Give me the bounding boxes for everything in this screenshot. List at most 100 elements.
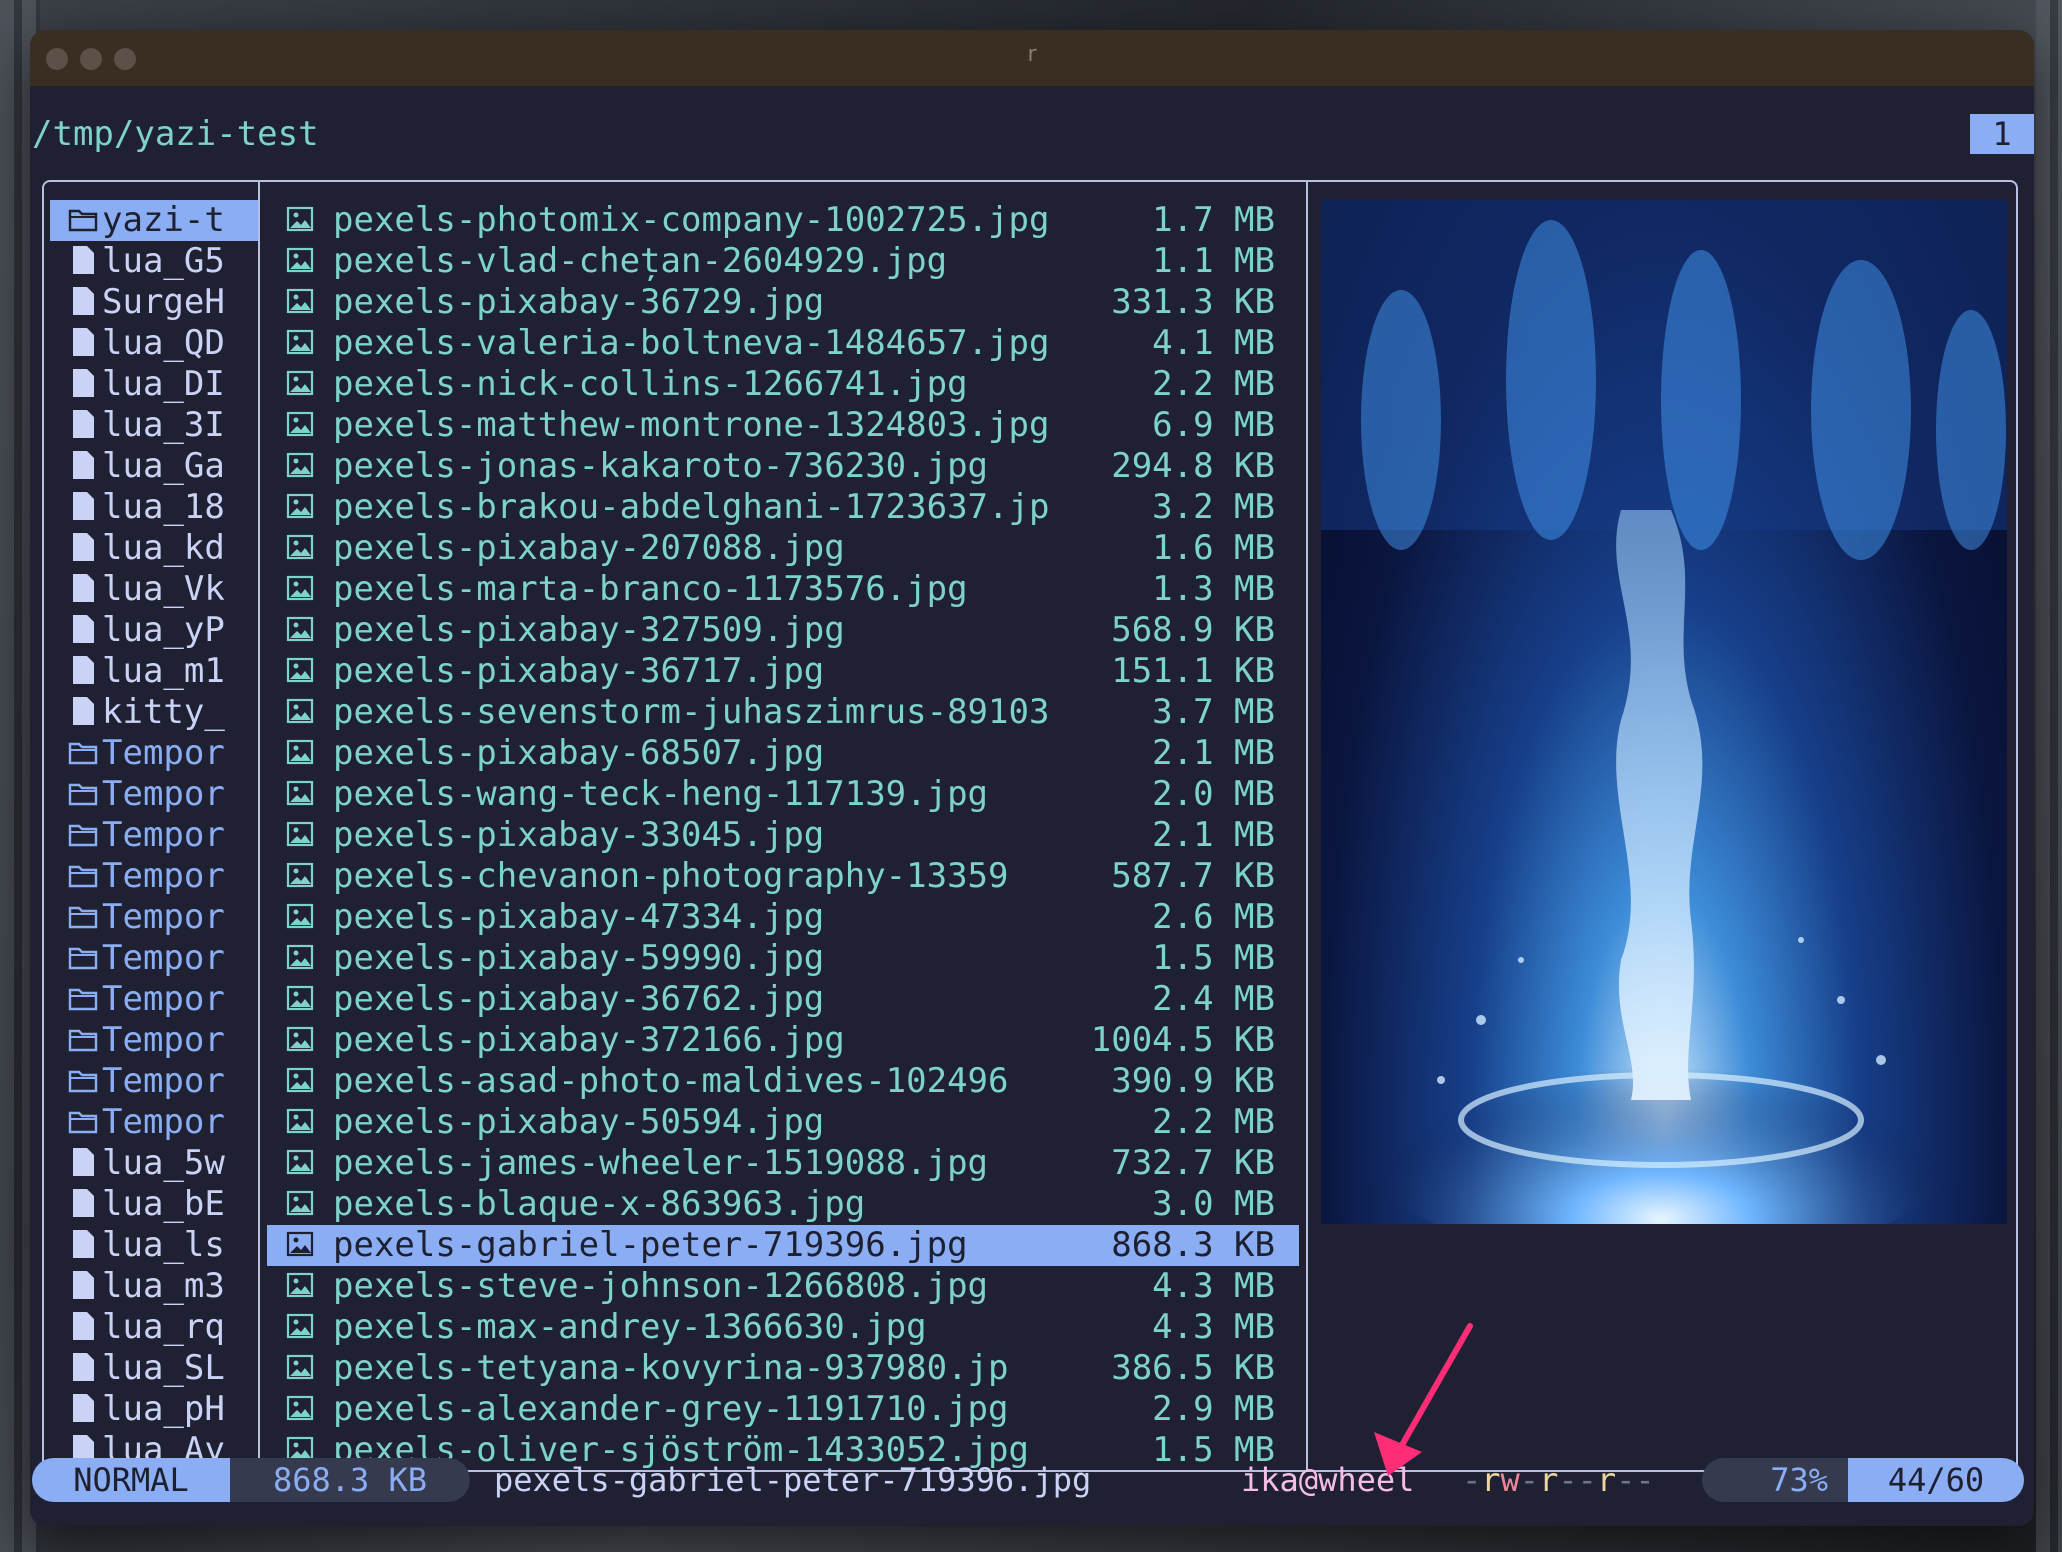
file-row[interactable]: pexels-pixabay-68507.jpg 2.1 MB (267, 733, 1299, 774)
item-label: lua_Ga (102, 446, 225, 486)
file-row[interactable]: pexels-chevanon-photography-13359 587.7 K… (267, 856, 1299, 897)
file-row[interactable]: pexels-brakou-abdelghani-1723637.jp 3.2 M… (267, 487, 1299, 528)
file-row[interactable]: pexels-vlad-chețan-2604929.jpg 1.1 MB (267, 241, 1299, 282)
image-file-icon (285, 1228, 315, 1260)
parent-file-item[interactable]: lua_m3 (50, 1266, 258, 1307)
parent-dir-item[interactable]: Tempor (50, 979, 258, 1020)
parent-file-item[interactable]: kitty_ (50, 692, 258, 733)
parent-dir-item[interactable]: Tempor (50, 733, 258, 774)
parent-file-item[interactable]: lua_3I (50, 405, 258, 446)
file-row[interactable]: pexels-max-andrey-1366630.jpg 4.3 MB (267, 1307, 1299, 1348)
scroll-percent: 73% (1702, 1458, 1848, 1502)
file-row[interactable]: pexels-pixabay-327509.jpg 568.9 KB (267, 610, 1299, 651)
file-row[interactable]: pexels-pixabay-372166.jpg 1004.5 KB (267, 1020, 1299, 1061)
file-icon (68, 367, 98, 399)
parent-file-item[interactable]: lua_kd (50, 528, 258, 569)
current-directory-list: pexels-photomix-company-1002725.jpg 1.7 M… (267, 200, 1299, 1471)
file-row[interactable]: pexels-jonas-kakaroto-736230.jpg 294.8 KB (267, 446, 1299, 487)
parent-file-item[interactable]: lua_rq (50, 1307, 258, 1348)
item-label: SurgeH (102, 282, 225, 322)
file-row[interactable]: pexels-asad-photo-maldives-102496 390.9 K… (267, 1061, 1299, 1102)
file-row[interactable]: pexels-marta-branco-1173576.jpg 1.3 MB (267, 569, 1299, 610)
parent-file-item[interactable]: lua_Ga (50, 446, 258, 487)
item-label: Tempor (102, 1061, 225, 1101)
parent-file-item[interactable]: lua_G5 (50, 241, 258, 282)
file-name: pexels-marta-branco-1173576.jpg (333, 569, 968, 609)
file-row[interactable]: pexels-pixabay-207088.jpg 1.6 MB (267, 528, 1299, 569)
parent-dir-item[interactable]: Tempor (50, 1020, 258, 1061)
file-name: pexels-chevanon-photography-13359 (333, 856, 1009, 896)
file-name: pexels-wang-teck-heng-117139.jpg (333, 774, 989, 814)
file-row[interactable]: pexels-blaque-x-863963.jpg 3.0 MB (267, 1184, 1299, 1225)
parent-dir-item[interactable]: Tempor (50, 1102, 258, 1143)
file-row[interactable]: pexels-sevenstorm-juhaszimrus-89103 3.7 M… (267, 692, 1299, 733)
parent-dir-item[interactable]: yazi-t (50, 200, 258, 241)
file-row[interactable]: pexels-nick-collins-1266741.jpg 2.2 MB (267, 364, 1299, 405)
parent-dir-item[interactable]: Tempor (50, 856, 258, 897)
parent-file-item[interactable]: lua_5w (50, 1143, 258, 1184)
item-label: Tempor (102, 733, 225, 773)
item-label: lua_ls (102, 1225, 225, 1265)
file-owner: ika@wheel (1241, 1461, 1415, 1499)
file-row[interactable]: pexels-james-wheeler-1519088.jpg 732.7 KB (267, 1143, 1299, 1184)
parent-file-item[interactable]: lua_m1 (50, 651, 258, 692)
parent-dir-item[interactable]: Tempor (50, 938, 258, 979)
file-icon (68, 613, 98, 645)
file-row[interactable]: pexels-pixabay-59990.jpg 1.5 MB (267, 938, 1299, 979)
image-file-icon (285, 1105, 315, 1137)
file-icon (68, 326, 98, 358)
file-name: pexels-photomix-company-1002725.jpg (333, 200, 1050, 240)
file-row[interactable]: pexels-photomix-company-1002725.jpg 1.7 M… (267, 200, 1299, 241)
file-row[interactable]: pexels-valeria-boltneva-1484657.jpg 4.1 M… (267, 323, 1299, 364)
file-size: 587.7 KB (1111, 856, 1275, 896)
parent-file-item[interactable]: lua_bE (50, 1184, 258, 1225)
item-label: lua_rq (102, 1307, 225, 1347)
parent-file-item[interactable]: lua_18 (50, 487, 258, 528)
parent-dir-item[interactable]: Tempor (50, 1061, 258, 1102)
folder-icon (68, 736, 98, 768)
parent-file-item[interactable]: lua_pH (50, 1389, 258, 1430)
file-row[interactable]: pexels-pixabay-47334.jpg 2.6 MB (267, 897, 1299, 938)
parent-file-item[interactable]: SurgeH (50, 282, 258, 323)
parent-file-item[interactable]: lua_QD (50, 323, 258, 364)
file-row[interactable]: pexels-pixabay-33045.jpg 2.1 MB (267, 815, 1299, 856)
file-name: pexels-pixabay-327509.jpg (333, 610, 845, 650)
file-name: pexels-james-wheeler-1519088.jpg (333, 1143, 989, 1183)
image-file-icon (285, 859, 315, 891)
file-row[interactable]: pexels-wang-teck-heng-117139.jpg 2.0 MB (267, 774, 1299, 815)
image-file-icon (285, 1351, 315, 1383)
image-file-icon (285, 818, 315, 850)
item-label: Tempor (102, 938, 225, 978)
file-size: 1.3 MB (1152, 569, 1275, 609)
file-row[interactable]: pexels-pixabay-36762.jpg 2.4 MB (267, 979, 1299, 1020)
tab-indicator[interactable]: 1 (1970, 114, 2034, 154)
image-file-icon (285, 408, 315, 440)
file-row-selected[interactable]: pexels-gabriel-peter-719396.jpg 868.3 KB (267, 1225, 1299, 1266)
file-icon (68, 572, 98, 604)
window-title: r (1027, 42, 1037, 67)
parent-file-item[interactable]: lua_ls (50, 1225, 258, 1266)
mode-indicator: NORMAL (32, 1458, 230, 1502)
file-row[interactable]: pexels-alexander-grey-1191710.jpg 2.9 MB (267, 1389, 1299, 1430)
item-label: Tempor (102, 1020, 225, 1060)
status-bar: NORMAL 868.3 KB pexels-gabriel-peter-719… (30, 1458, 2034, 1502)
file-row[interactable]: pexels-pixabay-36717.jpg 151.1 KB (267, 651, 1299, 692)
item-label: lua_bE (102, 1184, 225, 1224)
parent-dir-item[interactable]: Tempor (50, 897, 258, 938)
file-row[interactable]: pexels-tetyana-kovyrina-937980.jp 386.5 K… (267, 1348, 1299, 1389)
file-row[interactable]: pexels-steve-johnson-1266808.jpg 4.3 MB (267, 1266, 1299, 1307)
parent-file-item[interactable]: lua_Vk (50, 569, 258, 610)
image-file-icon (285, 367, 315, 399)
parent-file-item[interactable]: lua_SL (50, 1348, 258, 1389)
selected-file-name: pexels-gabriel-peter-719396.jpg (494, 1461, 1092, 1499)
parent-dir-item[interactable]: Tempor (50, 774, 258, 815)
parent-file-item[interactable]: lua_yP (50, 610, 258, 651)
file-size: 294.8 KB (1111, 446, 1275, 486)
file-row[interactable]: pexels-pixabay-50594.jpg 2.2 MB (267, 1102, 1299, 1143)
file-row[interactable]: pexels-matthew-montrone-1324803.jpg 6.9 M… (267, 405, 1299, 446)
item-label: lua_Vk (102, 569, 225, 609)
parent-file-item[interactable]: lua_DI (50, 364, 258, 405)
file-icon (68, 531, 98, 563)
file-row[interactable]: pexels-pixabay-36729.jpg 331.3 KB (267, 282, 1299, 323)
parent-dir-item[interactable]: Tempor (50, 815, 258, 856)
